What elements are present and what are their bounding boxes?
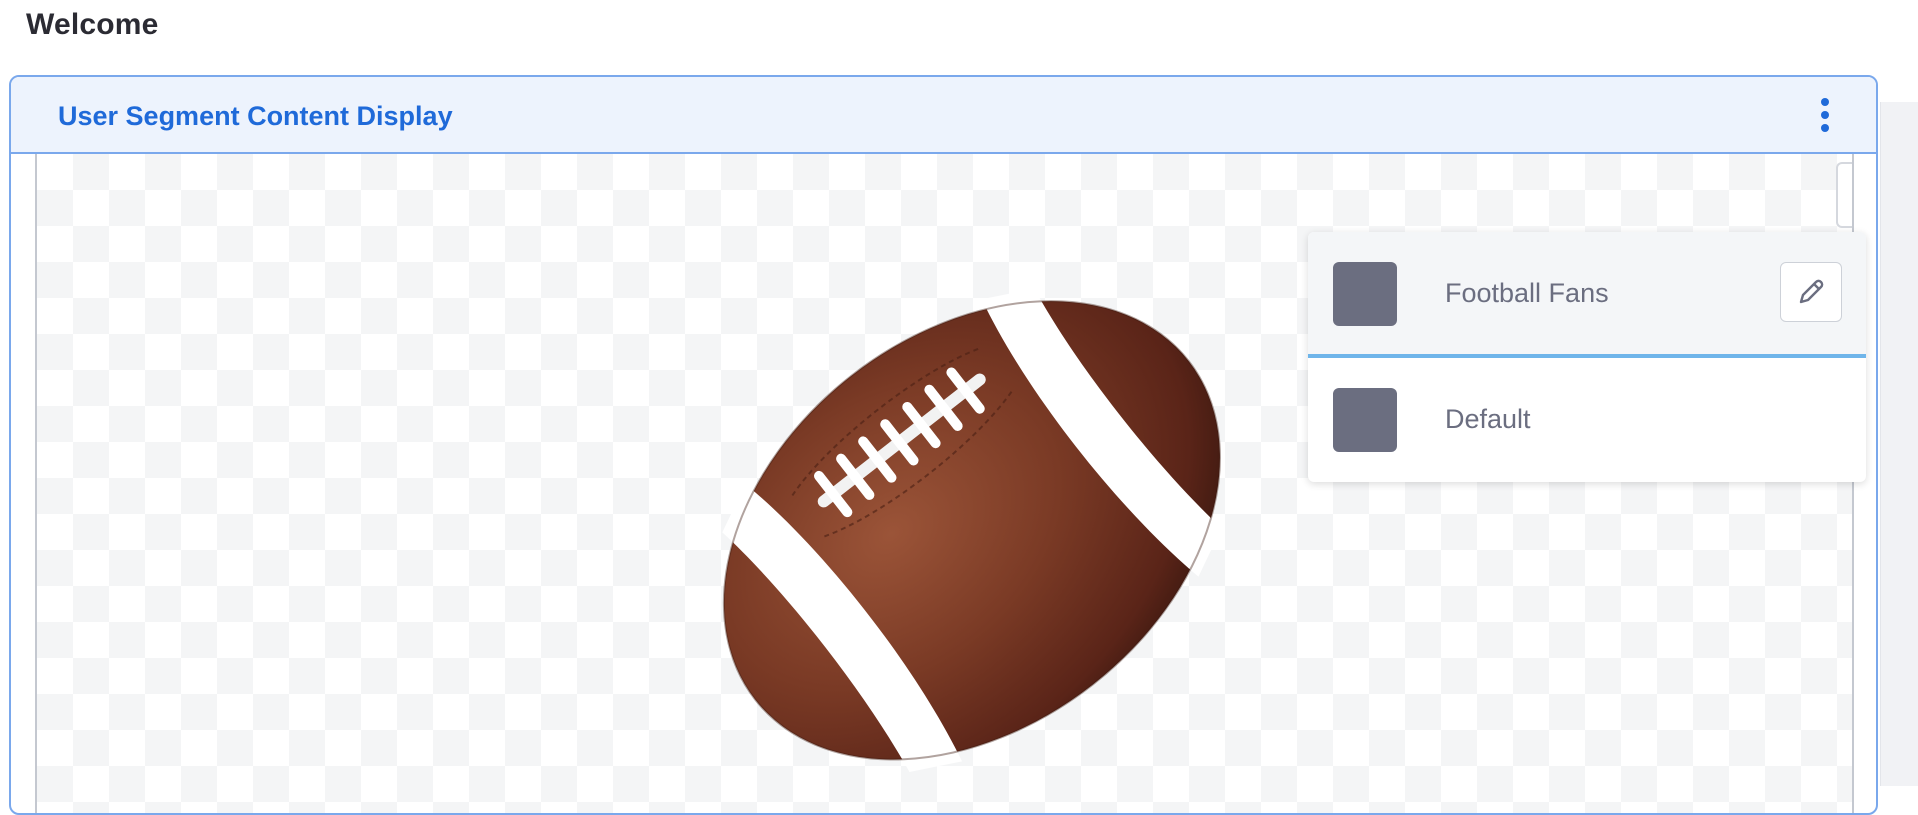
- portlet-header: User Segment Content Display: [11, 77, 1876, 154]
- segment-swatch: [1333, 262, 1397, 326]
- segment-label: Default: [1445, 404, 1531, 434]
- segment-selector-panel: Football Fans Default: [1308, 232, 1866, 482]
- edit-segment-button[interactable]: [1780, 262, 1842, 322]
- segment-label: Football Fans: [1445, 278, 1609, 308]
- page-gutter: [1880, 102, 1918, 786]
- portlet-title: User Segment Content Display: [58, 101, 453, 131]
- segment-item-default[interactable]: Default: [1308, 358, 1866, 482]
- page-title: Welcome: [26, 8, 159, 41]
- kebab-menu-icon[interactable]: [1818, 98, 1832, 134]
- pencil-icon: [1799, 279, 1824, 304]
- football-image: [722, 288, 1222, 772]
- scrollbar-stub[interactable]: [1836, 162, 1852, 228]
- segment-item-football-fans[interactable]: Football Fans: [1308, 232, 1866, 358]
- segment-swatch: [1333, 388, 1397, 452]
